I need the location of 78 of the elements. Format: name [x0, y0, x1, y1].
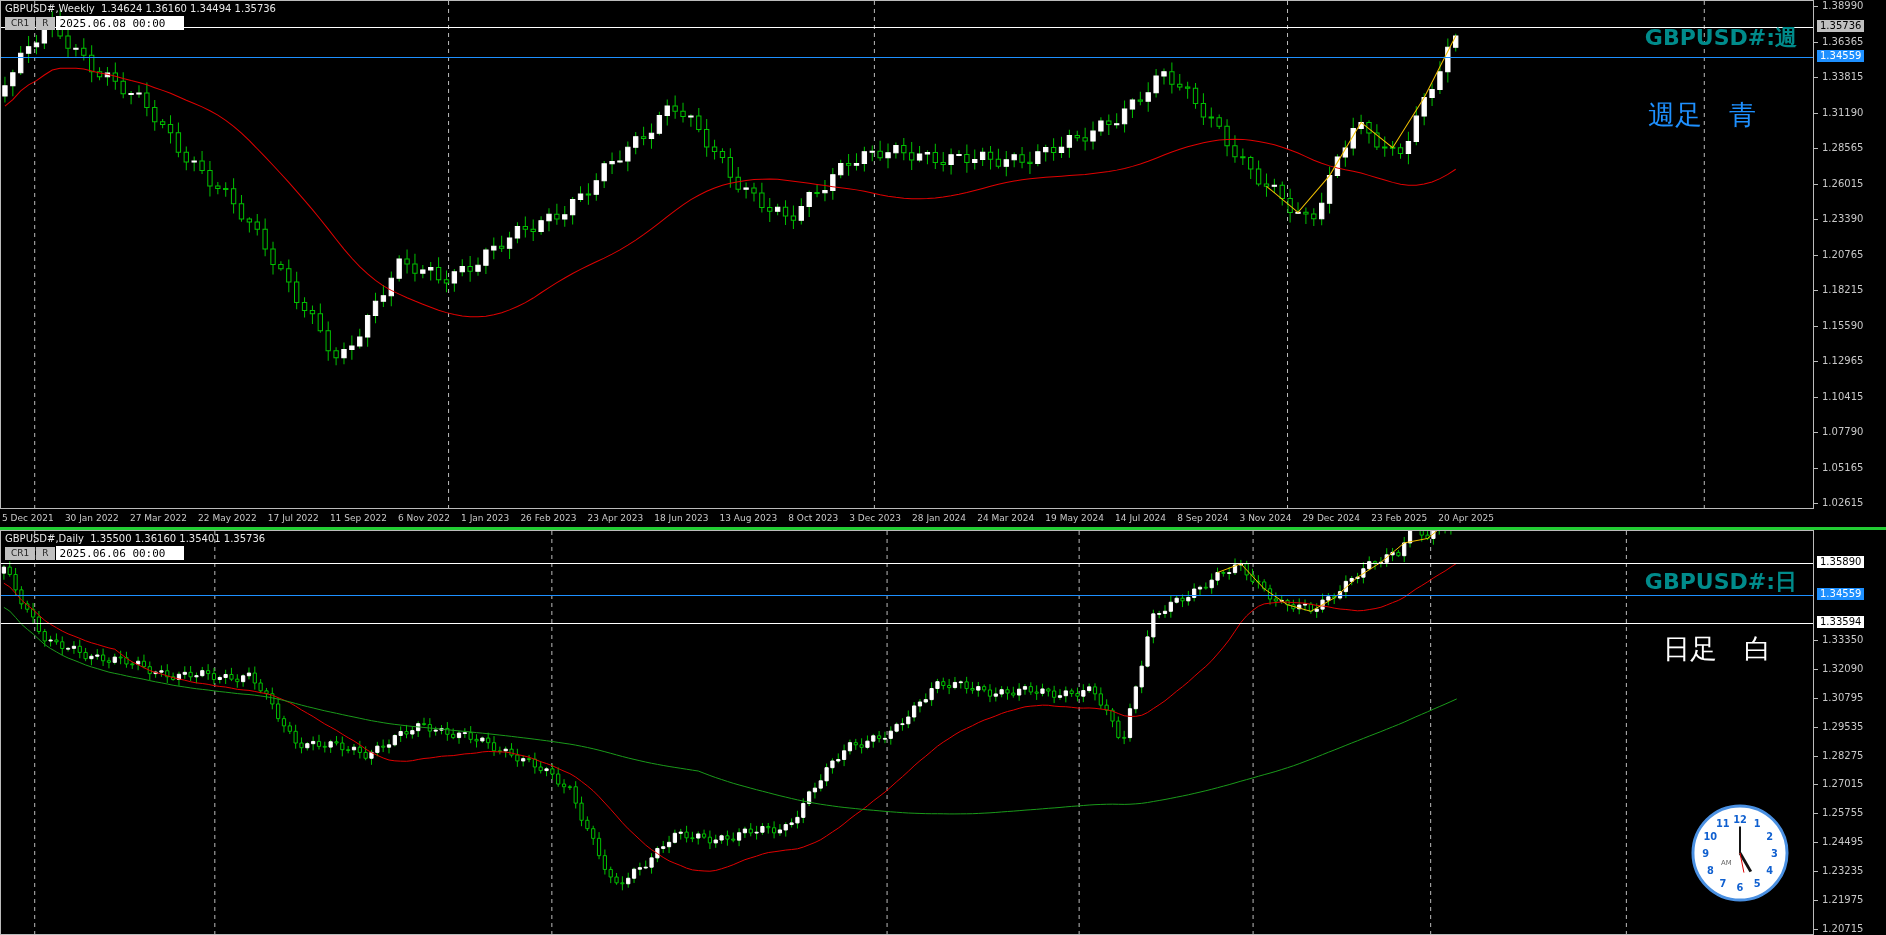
clock-numeral: 3 — [1770, 847, 1778, 859]
price-tick: 1.38990 — [1814, 0, 1886, 12]
symbol-label: GBPUSD#:日 — [1644, 568, 1797, 596]
time-label: 6 Nov 2022 — [398, 513, 450, 523]
date-field[interactable]: 2025.06.06 00:00 — [55, 546, 184, 560]
price-tick: 1.18215 — [1814, 284, 1886, 296]
price-tick: 1.12965 — [1814, 355, 1886, 367]
price-tick: 1.31190 — [1814, 106, 1886, 119]
price-tick: 1.25755 — [1814, 807, 1886, 820]
clock-numeral: 10 — [1703, 830, 1718, 842]
time-label: 17 Jul 2022 — [267, 513, 319, 523]
time-label: 23 Apr 2023 — [587, 513, 644, 523]
price-tick: 1.02615 — [1814, 497, 1886, 509]
price-tick: 1.23390 — [1814, 213, 1886, 225]
price-tick: 1.33815 — [1814, 71, 1886, 83]
price-tag: 1.35736 — [1817, 20, 1865, 32]
price-tick: 1.05165 — [1814, 461, 1886, 474]
clock-numeral: 8 — [1706, 865, 1714, 877]
clock-numeral: 6 — [1736, 882, 1744, 894]
clock-numeral: 11 — [1716, 818, 1730, 830]
time-label: 8 Oct 2023 — [788, 513, 839, 523]
price-tick: 1.28565 — [1814, 142, 1886, 154]
price-tick: 1.26015 — [1814, 177, 1886, 190]
chart-button[interactable]: R — [36, 16, 55, 30]
chart-header: GBPUSD#,Weekly 1.34624 1.36160 1.34494 1.35736 — [5, 3, 276, 14]
time-label: 1 Jan 2023 — [461, 513, 510, 523]
clock-numeral: 9 — [1702, 847, 1710, 859]
clock-numeral: 2 — [1766, 830, 1774, 842]
price-tick: 1.21975 — [1814, 894, 1886, 906]
chart-header: GBPUSD#,Daily 1.35500 1.36160 1.35401 1.35736 — [5, 533, 266, 544]
price-tick: 1.23235 — [1814, 865, 1886, 878]
price-tick: 1.24495 — [1814, 836, 1886, 849]
chart-note: 週足 青 — [1648, 98, 1756, 132]
clock-numeral: 5 — [1753, 877, 1761, 889]
time-label: 20 Apr 2025 — [1438, 513, 1494, 523]
time-label: 18 Jun 2023 — [654, 513, 709, 523]
time-label: 19 May 2024 — [1045, 513, 1104, 523]
chart-button[interactable]: CR1 — [5, 546, 36, 560]
time-label: 24 Mar 2024 — [977, 513, 1035, 523]
price-tick: 1.29535 — [1814, 720, 1886, 733]
price-tag: 1.34559 — [1817, 588, 1865, 600]
time-label: 26 Feb 2023 — [520, 513, 577, 523]
symbol-label: GBPUSD#:週 — [1644, 24, 1797, 52]
time-label: 11 Sep 2022 — [329, 513, 387, 523]
time-label: 29 Dec 2024 — [1302, 513, 1361, 523]
clock-numeral: 7 — [1719, 877, 1727, 889]
time-label: 22 May 2022 — [198, 513, 257, 523]
time-label: 30 Jan 2022 — [64, 513, 119, 523]
price-tick: 1.28275 — [1814, 749, 1886, 762]
time-label: 5 Dec 2021 — [2, 513, 54, 523]
price-tag: 1.35890 — [1817, 556, 1865, 568]
price-tick: 1.33350 — [1814, 634, 1886, 646]
time-label: 14 Jul 2024 — [1115, 513, 1167, 523]
clock-numeral: 1 — [1753, 818, 1761, 830]
price-tick: 1.20715 — [1814, 922, 1886, 935]
chart-button[interactable]: R — [36, 546, 55, 560]
time-label: 13 Aug 2023 — [719, 513, 778, 523]
price-tick: 1.27015 — [1814, 778, 1886, 791]
time-label: 8 Sep 2024 — [1177, 513, 1229, 523]
chart-button[interactable]: CR1 — [5, 16, 36, 30]
price-tag: 1.33594 — [1817, 616, 1865, 628]
price-tick: 1.10415 — [1814, 390, 1886, 403]
time-label: 23 Feb 2025 — [1371, 513, 1428, 523]
price-tick: 1.36365 — [1814, 35, 1886, 48]
clock-numeral: 4 — [1766, 865, 1774, 877]
price-tick: 1.30795 — [1814, 691, 1886, 704]
price-tick: 1.07790 — [1814, 426, 1886, 438]
date-field[interactable]: 2025.06.08 00:00 — [55, 16, 184, 30]
price-tick: 1.20765 — [1814, 248, 1886, 261]
chart-note: 日足 白 — [1663, 632, 1771, 666]
time-label: 27 Mar 2022 — [129, 513, 187, 523]
price-tick: 1.15590 — [1814, 319, 1886, 332]
time-label: 28 Jan 2024 — [912, 513, 967, 523]
clock-numeral: 12 — [1733, 813, 1747, 825]
time-label: 3 Dec 2023 — [849, 513, 901, 523]
time-label: 3 Nov 2024 — [1239, 513, 1292, 523]
price-tag: 1.34559 — [1817, 50, 1865, 62]
price-tick: 1.32090 — [1814, 662, 1886, 675]
